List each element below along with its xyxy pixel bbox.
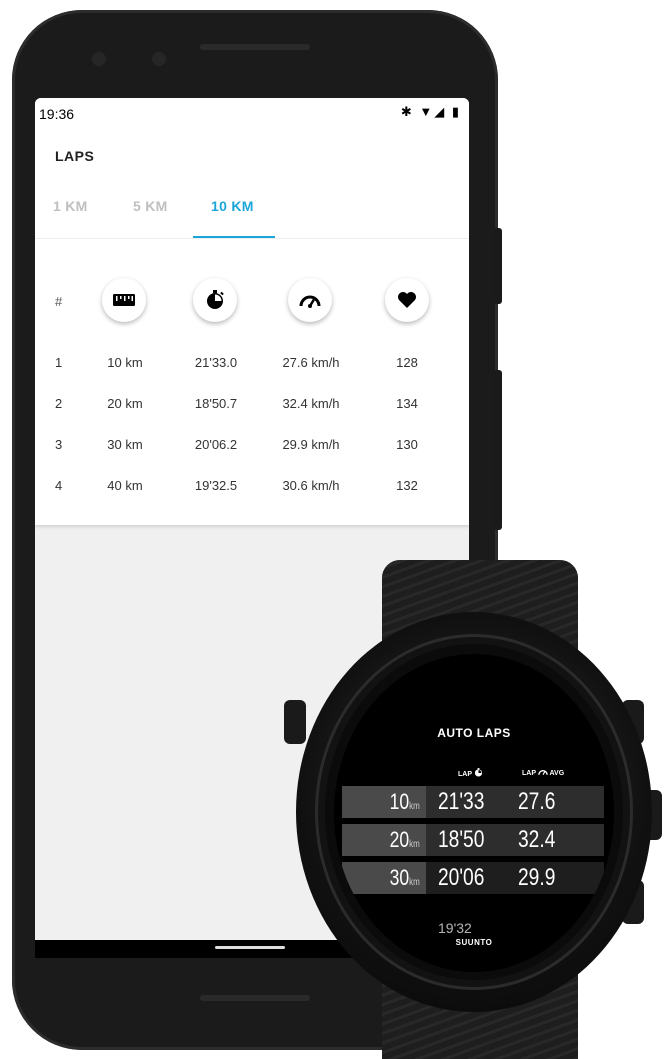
heart-icon xyxy=(398,292,416,308)
phone-sensor xyxy=(152,52,166,66)
status-icons: ✱ ▼◢ ▮ xyxy=(400,104,461,119)
phone-earpiece xyxy=(200,44,310,50)
lap-distance: 20 km xyxy=(107,396,143,411)
watch-lap-distance-box: 30km xyxy=(342,862,426,894)
phone-camera xyxy=(92,52,106,66)
watch-lap-avg: 32.4 xyxy=(518,826,556,853)
lap-duration: 19'32.5 xyxy=(194,478,238,493)
lap-number: 4 xyxy=(55,478,63,493)
watch-lap-row: 30km 20'06 29.9 xyxy=(342,862,604,894)
distance-icon xyxy=(113,294,135,306)
lap-number: 3 xyxy=(55,437,63,452)
watch-lap-row: 20km 18'50 32.4 xyxy=(342,824,604,856)
lap-speed: 32.4 km/h xyxy=(282,396,340,411)
speed-icon xyxy=(538,769,548,776)
watch-lap-distance: 30km xyxy=(389,865,420,890)
watch-lap-distance-box: 10km xyxy=(342,786,426,818)
watch-lap-distance: 20km xyxy=(389,827,420,852)
lap-speed: 30.6 km/h xyxy=(282,478,340,493)
lap-speed: 27.6 km/h xyxy=(282,355,340,370)
phone-volume-button xyxy=(494,370,502,530)
watch-lap-time: 21'33 xyxy=(438,788,485,815)
duration-column-button[interactable] xyxy=(193,278,237,322)
tab-10km[interactable]: 10 KM xyxy=(211,198,254,214)
watch-header-lap-label: LAP xyxy=(458,771,472,778)
lap-heart-rate: 132 xyxy=(396,478,418,493)
stopwatch-icon xyxy=(474,768,482,777)
lap-heart-rate: 130 xyxy=(396,437,418,452)
watch-lap-row: 10km 21'33 27.6 xyxy=(342,786,604,818)
tab-1km[interactable]: 1 KM xyxy=(53,198,88,214)
lap-speed: 29.9 km/h xyxy=(282,437,340,452)
phone-power-button xyxy=(494,228,502,304)
watch-lap-partial-row: 19'32 xyxy=(438,920,472,936)
lap-duration: 20'06.2 xyxy=(194,437,238,452)
lap-distance: 30 km xyxy=(107,437,143,452)
column-header-number: # xyxy=(55,294,63,309)
page-title: LAPS xyxy=(55,148,95,164)
watch-display: AUTO LAPS LAP LAP AVG 10km 21'33 27.6 20… xyxy=(334,654,614,972)
watch-left-button[interactable] xyxy=(284,700,306,744)
lap-heart-rate: 128 xyxy=(396,355,418,370)
status-time: 19:36 xyxy=(39,106,75,122)
lap-duration: 21'33.0 xyxy=(194,355,238,370)
watch-header-lap-label: LAP xyxy=(522,770,536,777)
stopwatch-icon xyxy=(207,290,224,309)
lap-heart-rate: 134 xyxy=(396,396,418,411)
tab-5km[interactable]: 5 KM xyxy=(133,198,168,214)
lap-duration: 18'50.7 xyxy=(194,396,238,411)
lap-distance: 40 km xyxy=(107,478,143,493)
lap-number: 1 xyxy=(55,355,63,370)
watch-lap-avg: 27.6 xyxy=(518,788,556,815)
watch-lap-avg: 29.9 xyxy=(518,864,556,891)
home-gesture-handle[interactable] xyxy=(215,946,285,949)
lap-distance: 10 km xyxy=(107,355,143,370)
watch-column-lap-avg-speed: LAP AVG xyxy=(522,768,564,777)
watch-lap-distance-box: 20km xyxy=(342,824,426,856)
phone-speaker xyxy=(200,995,310,1001)
lap-number: 2 xyxy=(55,396,63,411)
speed-column-button[interactable] xyxy=(288,278,332,322)
speed-icon xyxy=(299,295,321,308)
watch-brand-logo: SUUNTO xyxy=(455,938,493,947)
watch-lap-time: 18'50 xyxy=(438,826,485,853)
heart-rate-column-button[interactable] xyxy=(385,278,429,322)
watch-column-lap-duration: LAP xyxy=(458,768,483,778)
distance-column-button[interactable] xyxy=(102,278,146,322)
watch-header-avg-label: AVG xyxy=(549,770,565,777)
watch-lap-time: 20'06 xyxy=(438,864,485,891)
watch-title: AUTO LAPS xyxy=(437,726,511,740)
watch-lap-distance: 10km xyxy=(389,789,420,814)
